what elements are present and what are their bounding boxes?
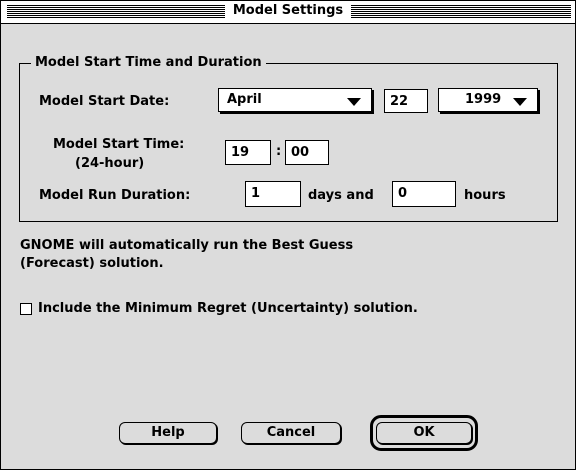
start-time-label: Model Start Time: <box>53 137 185 152</box>
model-settings-dialog: Model Settings Model Start Time and Dura… <box>0 0 576 470</box>
uncertainty-checkbox[interactable] <box>20 303 32 315</box>
year-value: 1999 <box>465 92 502 107</box>
window-title: Model Settings <box>224 3 352 18</box>
time-separator: : <box>276 144 282 159</box>
hours-label: hours <box>464 188 506 203</box>
month-dropdown-arrow-icon <box>347 98 361 106</box>
start-date-label: Model Start Date: <box>39 94 170 109</box>
month-value: April <box>227 92 262 107</box>
start-time-format-label: (24-hour) <box>75 156 145 171</box>
year-popup[interactable]: 1999 <box>438 88 538 112</box>
hour-field[interactable]: 19 <box>225 140 271 165</box>
uncertainty-checkbox-label[interactable]: Include the Minimum Regret (Uncertainty)… <box>38 301 418 316</box>
run-duration-label: Model Run Duration: <box>39 188 191 203</box>
duration-days-field[interactable]: 1 <box>245 181 301 207</box>
title-bar[interactable]: Model Settings <box>1 1 575 24</box>
day-field[interactable]: 22 <box>384 89 428 113</box>
ok-button[interactable]: OK <box>376 422 472 444</box>
days-label: days and <box>308 188 374 203</box>
duration-hours-field[interactable]: 0 <box>392 181 456 207</box>
month-popup[interactable]: April <box>218 88 372 112</box>
info-text-line2: (Forecast) solution. <box>20 256 164 271</box>
info-text-line1: GNOME will automatically run the Best Gu… <box>20 238 354 253</box>
cancel-button[interactable]: Cancel <box>241 422 341 444</box>
group-box-label: Model Start Time and Duration <box>31 55 266 70</box>
help-button[interactable]: Help <box>119 422 217 444</box>
year-dropdown-arrow-icon <box>513 98 527 106</box>
minute-field[interactable]: 00 <box>285 140 329 165</box>
